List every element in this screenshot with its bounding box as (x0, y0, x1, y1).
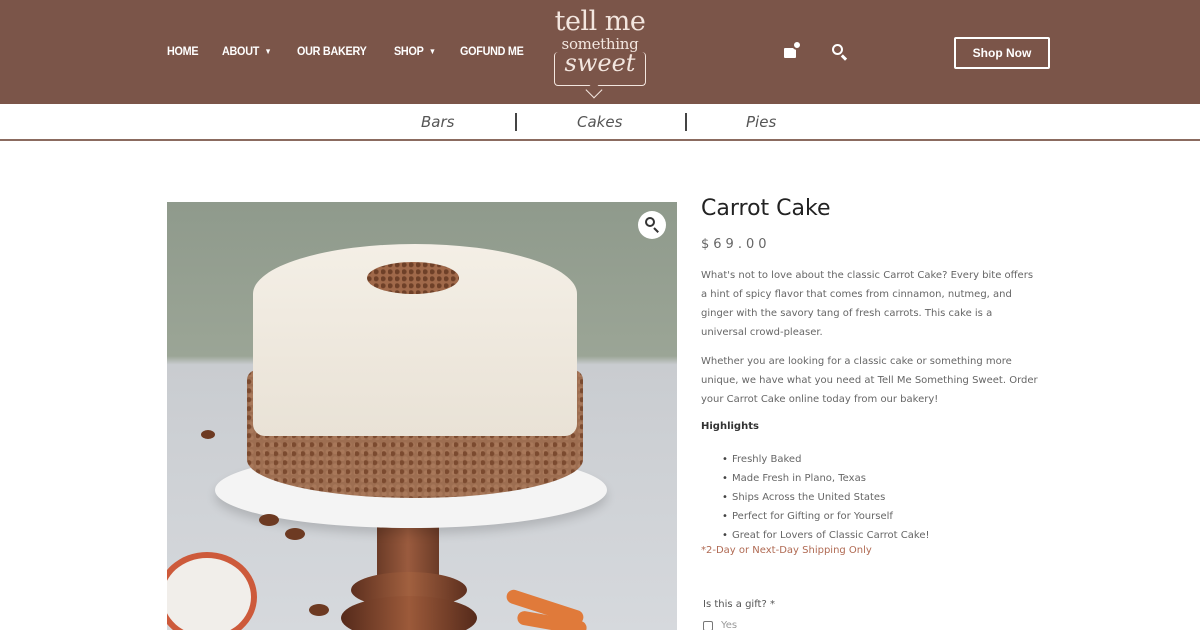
category-cakes[interactable]: Cakes (577, 113, 622, 131)
cake-stand-foot (341, 596, 477, 630)
pecan (285, 528, 305, 540)
category-pies[interactable]: Pies (746, 113, 776, 131)
zoom-icon[interactable] (638, 211, 666, 239)
search-icon[interactable] (831, 43, 849, 61)
gift-question: Is this a gift? * (703, 599, 775, 610)
gift-option[interactable]: Yes (703, 620, 737, 630)
list-item: Perfect for Gifting or for Yourself (722, 507, 929, 526)
cart-badge (792, 40, 802, 50)
list-item: Freshly Baked (722, 450, 929, 469)
bowl (167, 552, 257, 630)
shipping-note: *2-Day or Next-Day Shipping Only (701, 545, 872, 556)
chevron-down-icon: ▼ (264, 46, 272, 56)
chevron-down-icon: ▼ (428, 46, 436, 56)
category-divider (515, 113, 517, 131)
site-logo[interactable]: tell me something sweet (548, 8, 652, 100)
product-image[interactable] (167, 202, 677, 630)
logo-line-3: sweet (564, 49, 636, 77)
site-header: HOME ABOUT ▼ OUR BAKERY SHOP ▼ GOFUND ME t… (0, 0, 1200, 104)
nav-gofund-me[interactable]: GOFUND ME (460, 44, 524, 58)
list-item: Made Fresh in Plano, Texas (722, 469, 929, 488)
cake-pecan-topping (367, 262, 459, 294)
pecan (309, 604, 329, 616)
pecan (201, 430, 215, 439)
category-divider (685, 113, 687, 131)
logo-line-1: tell me (554, 6, 646, 37)
main-nav: HOME ABOUT ▼ OUR BAKERY SHOP ▼ GOFUND ME (167, 44, 551, 58)
pecan (259, 514, 279, 526)
category-bar: Bars Cakes Pies (0, 104, 1200, 141)
highlights-list: Freshly Baked Made Fresh in Plano, Texas… (722, 450, 929, 545)
product-price: $69.00 (701, 237, 771, 252)
cart-icon[interactable] (784, 40, 802, 60)
list-item: Ships Across the United States (722, 488, 929, 507)
gift-checkbox[interactable] (703, 620, 713, 630)
list-item: Great for Lovers of Classic Carrot Cake! (722, 526, 929, 545)
category-bars[interactable]: Bars (421, 113, 454, 131)
nav-about[interactable]: ABOUT ▼ (222, 44, 272, 58)
shop-now-button[interactable]: Shop Now (954, 37, 1050, 69)
nav-home[interactable]: HOME (167, 44, 199, 58)
cake-stand-stem (377, 520, 439, 580)
nav-shop[interactable]: SHOP ▼ (394, 44, 436, 58)
product-description: Whether you are looking for a classic ca… (701, 356, 1038, 405)
highlights-heading: Highlights (701, 421, 759, 432)
product-description: What's not to love about the classic Car… (701, 270, 1034, 338)
nav-our-bakery[interactable]: OUR BAKERY (297, 44, 367, 58)
product-title: Carrot Cake (701, 196, 831, 221)
gift-option-label: Yes (721, 620, 738, 630)
